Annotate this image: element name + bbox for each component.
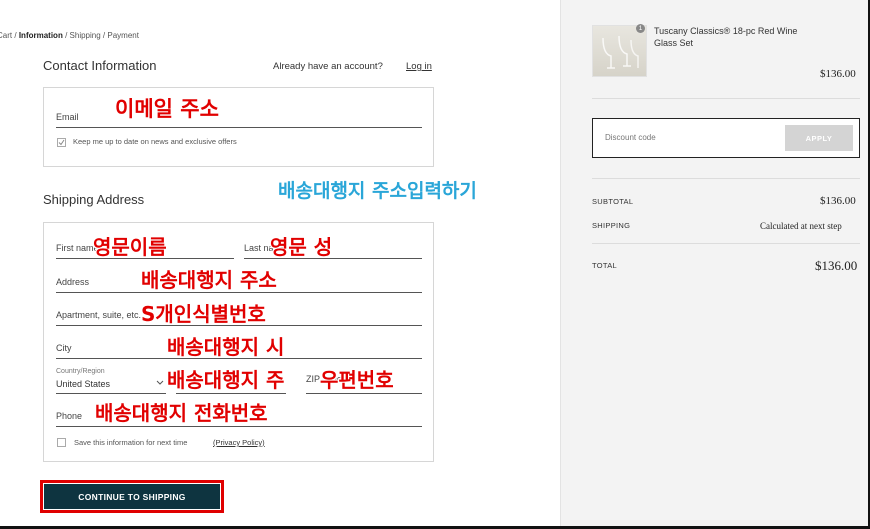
phone-label: Phone [56, 411, 83, 421]
discount-code-input[interactable]: Discount code APPLY [592, 118, 860, 158]
divider [592, 178, 860, 179]
chevron-down-icon [156, 380, 164, 385]
total-value: $136.00 [815, 258, 858, 273]
continue-to-shipping-button[interactable]: CONTINUE TO SHIPPING [44, 484, 220, 509]
country-value: United States [56, 379, 111, 389]
annotation-first-name: 영문이름 [93, 235, 167, 259]
breadcrumb-separator: / [65, 31, 68, 40]
wine-glass-icon [602, 35, 639, 69]
breadcrumb: Cart / Information / Shipping / Payment [0, 31, 139, 40]
city-label: City [56, 343, 72, 353]
newsletter-checkbox[interactable] [57, 138, 66, 147]
address-label: Address [56, 277, 90, 287]
contact-box: Email Keep me up to date on news and exc… [43, 87, 434, 167]
subtotal-value: $136.00 [820, 195, 856, 207]
breadcrumb-information: Information [18, 31, 63, 40]
shipping-section-title: Shipping Address [43, 192, 145, 207]
shipping-label: SHIPPING [592, 221, 631, 230]
annotation-state: 배송대행지 주 [167, 368, 285, 392]
annotation-apartment: S개인식별번호 [141, 302, 266, 326]
annotation-last-name: 영문 성 [270, 235, 333, 259]
annotation-city: 배송대행지 시 [167, 335, 285, 359]
country-select[interactable]: Country/Region United States [56, 368, 166, 394]
subtotal-label: SUBTOTAL [592, 197, 634, 206]
shipping-value: Calculated at next step [760, 221, 842, 231]
breadcrumb-separator: / [102, 31, 106, 40]
contact-section-title: Contact Information [43, 58, 157, 73]
total-label: TOTAL [592, 261, 617, 270]
annotation-email: 이메일 주소 [115, 97, 219, 121]
divider [592, 98, 860, 99]
checkout-form-pane: Cart / Information / Shipping / Payment … [0, 0, 560, 529]
breadcrumb-cart[interactable]: Cart [0, 31, 12, 40]
email-field[interactable]: Email [56, 108, 422, 128]
divider [592, 243, 860, 244]
login-link[interactable]: Log in [406, 61, 432, 72]
checkmark-icon [58, 139, 65, 146]
newsletter-label: Keep me up to date on news and exclusive… [73, 137, 237, 146]
annotation-address: 배송대행지 주소 [141, 268, 277, 292]
annotation-phone: 배송대행지 전화번호 [95, 401, 268, 425]
product-price: $136.00 [820, 68, 856, 80]
quantity-badge: 1 [636, 24, 645, 33]
country-caption: Country/Region [56, 368, 105, 375]
save-info-checkbox[interactable] [57, 438, 66, 447]
apply-button[interactable]: APPLY [785, 125, 853, 151]
breadcrumb-payment: Payment [107, 31, 139, 40]
email-label: Email [56, 112, 79, 122]
save-info-label: Save this information for next time [74, 438, 188, 447]
privacy-policy-link[interactable]: (Privacy Policy) [213, 438, 265, 447]
breadcrumb-shipping: Shipping [69, 31, 101, 40]
breadcrumb-separator: / [14, 31, 17, 40]
account-prompt: Already have an account? [273, 61, 383, 72]
apartment-label: Apartment, suite, etc. [56, 310, 142, 320]
product-name: Tuscany Classics® 18-pc Red Wine Glass S… [654, 26, 798, 48]
annotation-zip: 우편번호 [320, 368, 394, 392]
annotation-title: 배송대행지 주소입력하기 [278, 180, 477, 202]
discount-placeholder: Discount code [605, 133, 656, 142]
